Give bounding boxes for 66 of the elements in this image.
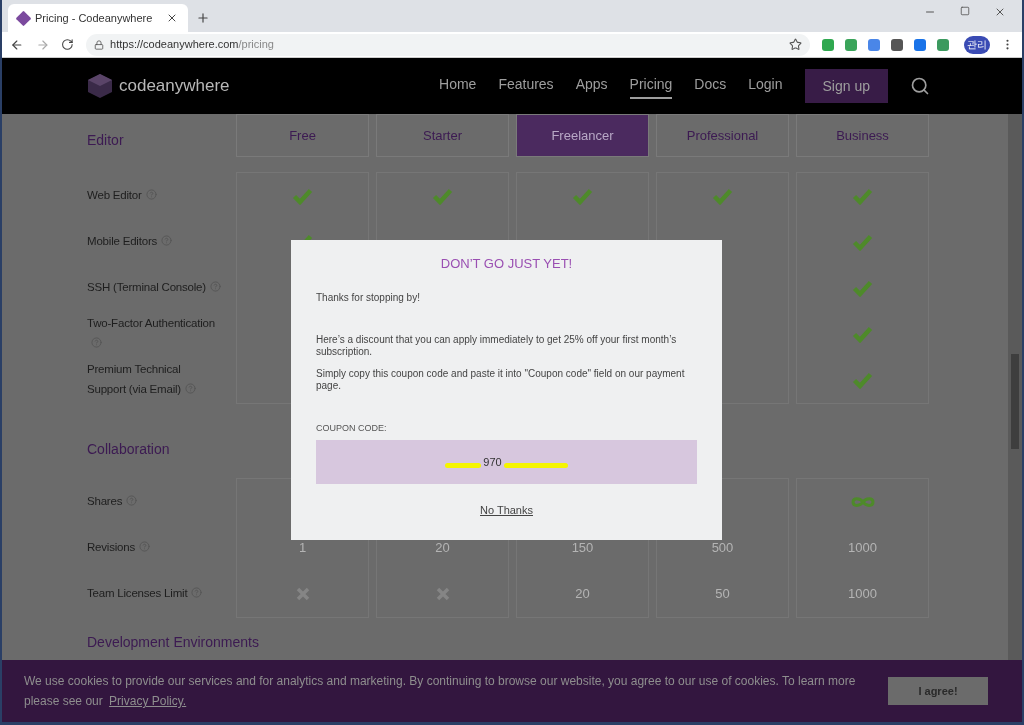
redaction-mark-icon bbox=[503, 462, 568, 468]
section-heading: Collaboration bbox=[87, 439, 170, 459]
brand-name[interactable]: codeanywhere bbox=[119, 73, 230, 99]
redaction-mark-icon bbox=[445, 462, 482, 468]
extension-icon[interactable] bbox=[822, 38, 834, 51]
sign-up-button[interactable]: Sign up bbox=[804, 69, 888, 103]
feature-label: SSH (Terminal Console) bbox=[87, 277, 221, 297]
coupon-code-field[interactable]: 970 bbox=[316, 440, 697, 484]
extension-icon[interactable] bbox=[845, 38, 857, 51]
plan-header[interactable]: Freelancer bbox=[516, 114, 649, 157]
feature-label: Two-Factor Authentication bbox=[87, 313, 221, 353]
feature-label: Shares bbox=[87, 491, 138, 511]
extension-icon[interactable] bbox=[937, 38, 949, 51]
bookmark-star-icon[interactable] bbox=[789, 38, 802, 51]
close-window-icon[interactable] bbox=[994, 6, 1006, 18]
feature-label: Revisions bbox=[87, 537, 151, 557]
feature-label: Mobile Editors bbox=[87, 231, 173, 251]
new-tab-icon[interactable] bbox=[196, 11, 210, 25]
table-cell-text: 500 bbox=[711, 539, 734, 558]
url-text: https://codeanywhere.com/pricing bbox=[110, 37, 275, 53]
infinity-icon bbox=[850, 496, 875, 508]
maximize-icon[interactable] bbox=[960, 6, 970, 16]
profile-avatar[interactable]: 관리 bbox=[964, 35, 990, 54]
cross-icon bbox=[295, 587, 310, 601]
section-heading: Development Environments bbox=[87, 634, 259, 650]
cross-icon bbox=[435, 587, 450, 601]
table-cell-text: 20 bbox=[575, 585, 590, 604]
back-icon[interactable] bbox=[10, 37, 24, 52]
nav-link[interactable]: Features bbox=[498, 73, 554, 99]
reload-icon[interactable] bbox=[61, 38, 75, 51]
extension-icon[interactable] bbox=[868, 38, 880, 51]
extension-icon[interactable] bbox=[891, 38, 903, 51]
table-cell-text: 1 bbox=[298, 539, 307, 558]
address-bar[interactable]: https://codeanywhere.com/pricing bbox=[86, 33, 810, 56]
nav-link[interactable]: Login bbox=[748, 73, 783, 99]
nav-link[interactable]: Home bbox=[439, 73, 477, 99]
extension-icon[interactable] bbox=[914, 38, 926, 51]
scrollbar[interactable] bbox=[1008, 114, 1022, 660]
cookie-message: We use cookies to provide our services and for analytics and marketing. By continuing to browse our website, you agree to our use of cookies. To learn more please see our Privacy Policy. bbox=[24, 673, 857, 710]
table-cell-text: 50 bbox=[715, 585, 730, 604]
table-cell-text: 1000 bbox=[848, 539, 877, 558]
feature-label: Web Editor bbox=[87, 185, 157, 205]
dialog-paragraph: Thanks for stopping by! bbox=[316, 291, 421, 304]
cube-logo-icon bbox=[87, 73, 113, 99]
dialog-paragraph: Simply copy this coupon code and paste it into "Coupon code" field on our payment page. bbox=[316, 367, 686, 392]
coupon-code: 970 bbox=[483, 454, 502, 470]
dialog-paragraph: Here’s a discount that you can apply immediately to get 25% off your first month’s subscription. bbox=[316, 333, 678, 358]
dialog-title: DON’T GO JUST YET! bbox=[439, 255, 574, 273]
nav-link[interactable]: Docs bbox=[694, 73, 727, 99]
tab-title: Pricing - Codeanywhere bbox=[35, 10, 154, 26]
section-heading: Editor bbox=[87, 131, 124, 150]
coupon-label: COUPON CODE: bbox=[316, 421, 388, 435]
no-thanks-link[interactable]: No Thanks bbox=[480, 502, 533, 519]
search-icon[interactable] bbox=[910, 76, 930, 96]
forward-icon[interactable] bbox=[35, 37, 50, 52]
table-cell-text: 150 bbox=[571, 539, 594, 558]
close-icon[interactable] bbox=[166, 12, 178, 24]
nav-link[interactable]: Apps bbox=[575, 73, 608, 99]
nav-link[interactable]: Pricing bbox=[629, 73, 673, 99]
table-cell-text: 20 bbox=[435, 539, 450, 558]
browser-tab[interactable]: Pricing - Codeanywhere bbox=[8, 4, 188, 32]
privacy-policy-link[interactable]: Privacy Policy. bbox=[109, 694, 187, 708]
feature-label: Premium Technical Support (via Email) bbox=[87, 359, 221, 399]
feature-label: Team Licenses Limit bbox=[87, 583, 203, 603]
table-cell-text: 1000 bbox=[848, 585, 877, 604]
lock-icon bbox=[94, 39, 105, 50]
